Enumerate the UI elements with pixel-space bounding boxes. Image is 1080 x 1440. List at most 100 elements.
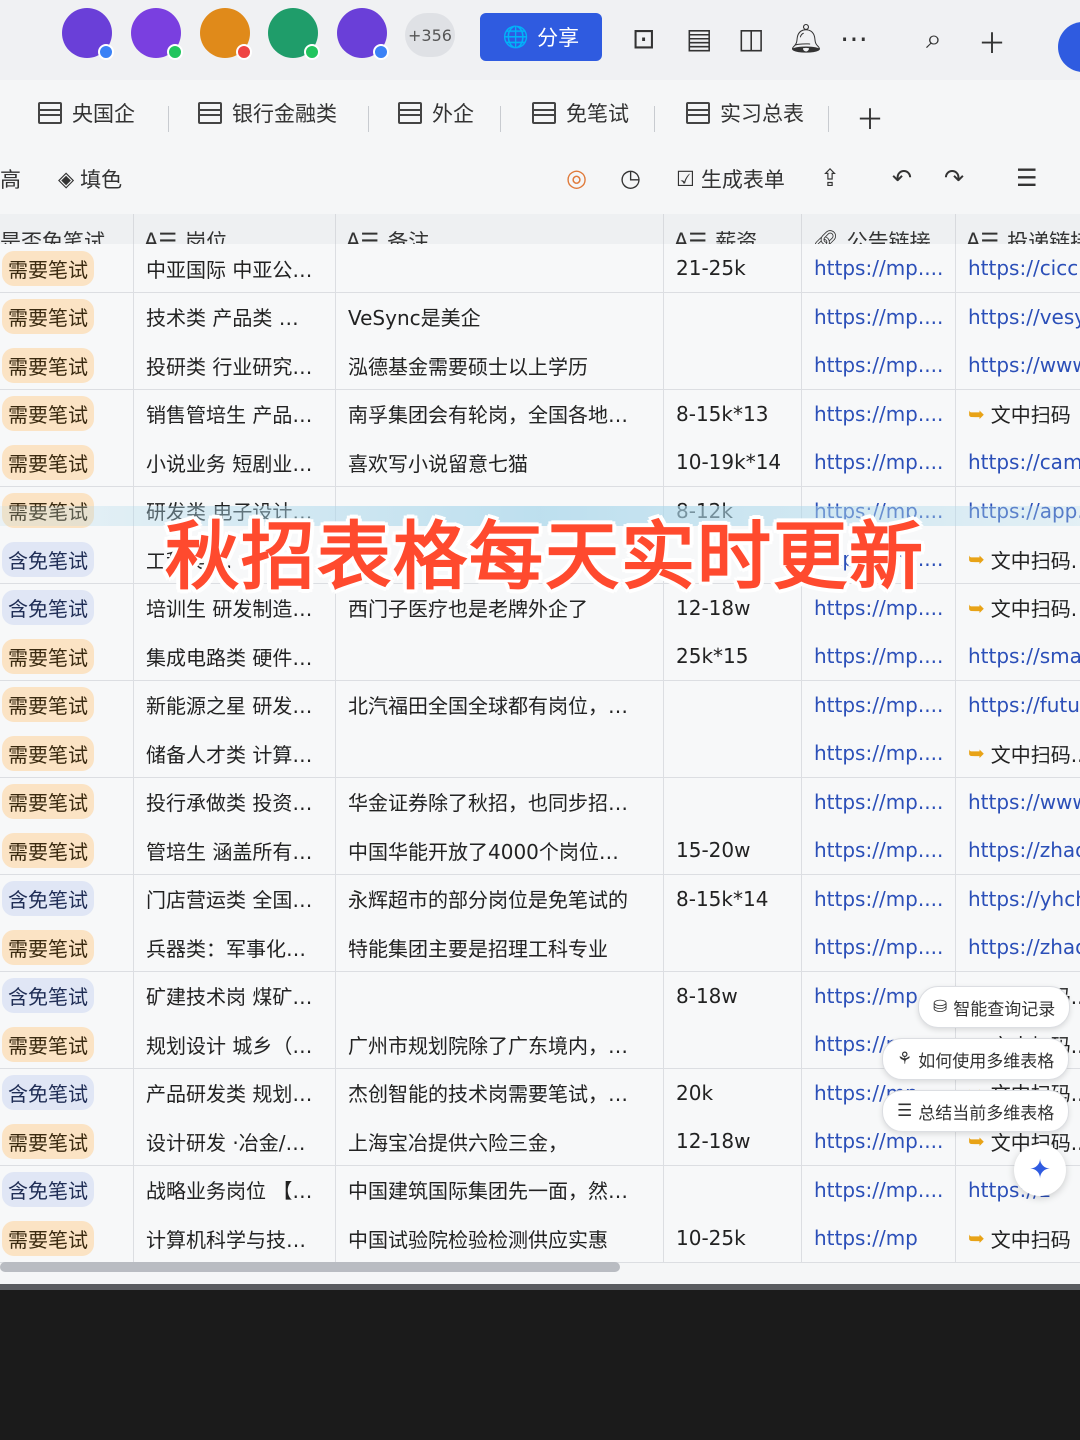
share-view-icon[interactable]: ⇪	[820, 164, 840, 192]
history-icon[interactable]: ◷	[620, 164, 641, 192]
avatar[interactable]	[200, 8, 252, 60]
generate-form-button[interactable]: ☑ 生成表单	[676, 164, 785, 194]
table-row[interactable]: 需要笔试 销售管培生 产品… 南孚集团会有轮岗，全国各地… 8-15k*13 https…	[0, 389, 1080, 439]
cell-apply[interactable]: https://camp	[956, 438, 1080, 486]
cell-salary[interactable]: 8-15k*13	[664, 389, 802, 438]
table-row[interactable]: 含免笔试 门店营运类 全国… 永辉超市的部分岗位是免笔试的 8-15k*14 https…	[0, 874, 1080, 924]
cell-notice[interactable]: https://mp....	[802, 777, 956, 826]
cell-salary[interactable]	[664, 923, 802, 971]
cell-salary[interactable]	[664, 680, 802, 729]
cell-salary[interactable]	[664, 341, 802, 389]
redo-icon[interactable]: ↷	[944, 164, 964, 192]
user-avatar[interactable]	[1058, 22, 1080, 72]
more-icon[interactable]: ⋯	[840, 22, 868, 55]
cell-apply[interactable]: ➥ 文中扫码	[956, 1214, 1080, 1262]
cell-note[interactable]: 中国华能开放了4000个岗位…	[336, 826, 664, 874]
cell-exam[interactable]: 需要笔试	[0, 923, 134, 971]
cell-apply[interactable]: https://zhao.	[956, 923, 1080, 971]
cell-note[interactable]	[336, 971, 664, 1020]
cell-position[interactable]: 投行承做类 投资…	[134, 777, 336, 826]
cell-note[interactable]: 永辉超市的部分岗位是免笔试的	[336, 874, 664, 923]
cell-note[interactable]: 中国试验院检验检测供应实惠	[336, 1214, 664, 1262]
cell-salary[interactable]: 20k	[664, 1068, 802, 1117]
tab-internship[interactable]: 实习总表	[686, 98, 804, 128]
cell-salary[interactable]	[664, 1020, 802, 1068]
search-icon[interactable]: ⌕	[926, 22, 942, 56]
cell-exam[interactable]: 需要笔试	[0, 292, 134, 341]
cell-note[interactable]: 特能集团主要是招理工科专业	[336, 923, 664, 971]
table-row[interactable]: 需要笔试 小说业务 短剧业… 喜欢写小说留意七猫 10-19k*14 https://m…	[0, 438, 1080, 487]
cell-notice[interactable]: https://mp....	[802, 438, 956, 486]
cell-notice[interactable]: https://mp	[802, 1214, 956, 1262]
cell-salary[interactable]: 12-18w	[664, 1117, 802, 1165]
cell-note[interactable]: 杰创智能的技术岗需要笔试，…	[336, 1068, 664, 1117]
bell-icon[interactable]: 🔔︎	[788, 22, 824, 55]
ai-ring-icon[interactable]: ◎	[566, 164, 587, 192]
cell-apply[interactable]: https://www	[956, 341, 1080, 389]
cell-exam[interactable]: 含免笔试	[0, 583, 134, 632]
cell-exam[interactable]: 需要笔试	[0, 244, 134, 292]
add-tab-button[interactable]: ＋	[856, 98, 884, 138]
cell-position[interactable]: 小说业务 短剧业…	[134, 438, 336, 486]
cell-exam[interactable]: 需要笔试	[0, 729, 134, 777]
cell-exam[interactable]: 含免笔试	[0, 971, 134, 1020]
cell-position[interactable]: 投研类 行业研究…	[134, 341, 336, 389]
cell-apply[interactable]: ➥ 文中扫码.	[956, 535, 1080, 583]
cell-note[interactable]: 广州市规划院除了广东境内，…	[336, 1020, 664, 1068]
cell-notice[interactable]: https://mp....	[802, 680, 956, 729]
cell-salary[interactable]	[664, 777, 802, 826]
cell-position[interactable]: 储备人才类 计算…	[134, 729, 336, 777]
cell-position[interactable]: 计算机科学与技…	[134, 1214, 336, 1262]
cell-position[interactable]: 中亚国际 中亚公…	[134, 244, 336, 292]
ai-assistant-button[interactable]: ✦	[1014, 1144, 1066, 1196]
cell-note[interactable]	[336, 729, 664, 777]
cell-notice[interactable]: https://mp....	[802, 632, 956, 680]
filter-search-icon[interactable]: ☰	[1016, 164, 1038, 192]
cell-position[interactable]: 产品研发类 规划…	[134, 1068, 336, 1117]
cell-note[interactable]: 北汽福田全国全球都有岗位，…	[336, 680, 664, 729]
cell-exam[interactable]: 含免笔试	[0, 535, 134, 583]
cell-notice[interactable]: https://mp....	[802, 389, 956, 438]
document-icon[interactable]: ▤	[686, 22, 712, 55]
cell-apply[interactable]: https://cicc	[956, 244, 1080, 292]
cell-salary[interactable]: 10-25k	[664, 1214, 802, 1262]
cell-exam[interactable]: 需要笔试	[0, 826, 134, 874]
cell-exam[interactable]: 需要笔试	[0, 1117, 134, 1165]
cell-exam[interactable]: 需要笔试	[0, 680, 134, 729]
table-row[interactable]: 需要笔试 新能源之星 研发… 北汽福田全国全球都有岗位，… https://mp...…	[0, 680, 1080, 730]
cell-apply[interactable]: https://vesy	[956, 293, 1080, 341]
cell-notice[interactable]: https://mp....	[802, 341, 956, 389]
cell-exam[interactable]: 需要笔试	[0, 341, 134, 389]
cell-position[interactable]: 战略业务岗位 【…	[134, 1165, 336, 1214]
table-row[interactable]: 需要笔试 技术类 产品类 … VeSync是美企 https://mp.... http…	[0, 292, 1080, 342]
collaborator-count[interactable]: +356	[405, 13, 455, 57]
table-row[interactable]: 含免笔试 战略业务岗位 【… 中国建筑国际集团先一面，然… https://mp...…	[0, 1165, 1080, 1215]
cell-note[interactable]: 上海宝冶提供六险三金，	[336, 1117, 664, 1165]
cell-note[interactable]: 中国建筑国际集团先一面，然…	[336, 1165, 664, 1214]
table-row[interactable]: 需要笔试 管培生 涵盖所有… 中国华能开放了4000个岗位… 15-20w https:…	[0, 826, 1080, 875]
cell-position[interactable]: 规划设计 城乡（…	[134, 1020, 336, 1068]
cell-notice[interactable]: https://mp....	[802, 1165, 956, 1214]
cell-apply[interactable]: ➥文中扫码..	[956, 729, 1080, 777]
table-row[interactable]: 需要笔试 投行承做类 投资… 华金证券除了秋招，也同步招… https://mp...…	[0, 777, 1080, 827]
cell-note[interactable]	[336, 244, 664, 292]
cell-salary[interactable]: 15-20w	[664, 826, 802, 874]
cell-notice[interactable]: https://mp....	[802, 923, 956, 971]
cell-notice[interactable]: https://mp....	[802, 729, 956, 777]
fill-color-button[interactable]: ◈ 填色	[58, 164, 122, 194]
avatar[interactable]	[131, 8, 183, 60]
cell-notice[interactable]: https://mp....	[802, 826, 956, 874]
how-to-use-button[interactable]: ⚘ 如何使用多维表格	[882, 1038, 1070, 1080]
summarize-button[interactable]: ☰ 总结当前多维表格	[882, 1090, 1070, 1132]
tab-foreign[interactable]: 外企	[398, 98, 474, 128]
cell-exam[interactable]: 需要笔试	[0, 632, 134, 680]
tab-no-exam[interactable]: 免笔试	[532, 98, 629, 128]
cell-position[interactable]: 门店营运类 全国…	[134, 874, 336, 923]
table-row[interactable]: 需要笔试 计算机科学与技… 中国试验院检验检测供应实惠 10-25k https://m…	[0, 1214, 1080, 1263]
robot-icon[interactable]: ⊡	[632, 22, 655, 55]
cell-position[interactable]: 技术类 产品类 …	[134, 292, 336, 341]
row-height-button[interactable]: 高	[0, 164, 21, 194]
cell-apply[interactable]: https://futur	[956, 681, 1080, 729]
cell-exam[interactable]: 需要笔试	[0, 1020, 134, 1068]
add-icon[interactable]: ＋	[978, 22, 1006, 62]
